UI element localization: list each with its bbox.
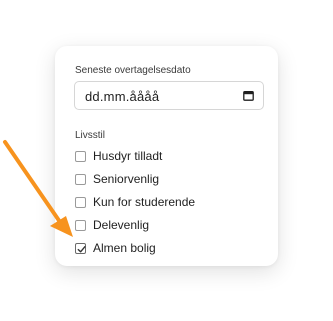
calendar-icon[interactable] xyxy=(243,90,254,101)
checkbox[interactable] xyxy=(75,173,86,185)
option-students-only[interactable]: Kun for studerende xyxy=(75,194,195,210)
option-label: Husdyr tilladt xyxy=(93,149,163,163)
date-input[interactable]: dd.mm.åååå xyxy=(74,81,264,110)
date-input-value: dd.mm.åååå xyxy=(85,89,160,104)
filter-panel: Seneste overtagelsesdato dd.mm.åååå Livs… xyxy=(55,46,278,266)
screen: Seneste overtagelsesdato dd.mm.åååå Livs… xyxy=(0,0,333,321)
checkbox-checked[interactable] xyxy=(75,242,86,254)
checkbox[interactable] xyxy=(75,150,86,162)
option-label: Delevenlig xyxy=(93,218,150,232)
option-label: Almen bolig xyxy=(93,241,156,255)
checkbox[interactable] xyxy=(75,219,86,231)
checkbox[interactable] xyxy=(75,196,86,208)
arrow-shaft xyxy=(3,140,62,224)
option-label: Kun for studerende xyxy=(93,195,196,209)
lifestyle-section-label: Livsstil xyxy=(75,130,106,141)
option-senior-friendly[interactable]: Seniorvenlig xyxy=(75,171,159,187)
option-shareable[interactable]: Delevenlig xyxy=(75,217,149,233)
option-public-housing[interactable]: Almen bolig xyxy=(75,240,156,256)
option-label: Seniorvenlig xyxy=(93,172,160,186)
date-field-label: Seneste overtagelsesdato xyxy=(75,65,191,76)
checkmark-icon xyxy=(77,245,86,252)
option-pets-allowed[interactable]: Husdyr tilladt xyxy=(75,148,162,164)
